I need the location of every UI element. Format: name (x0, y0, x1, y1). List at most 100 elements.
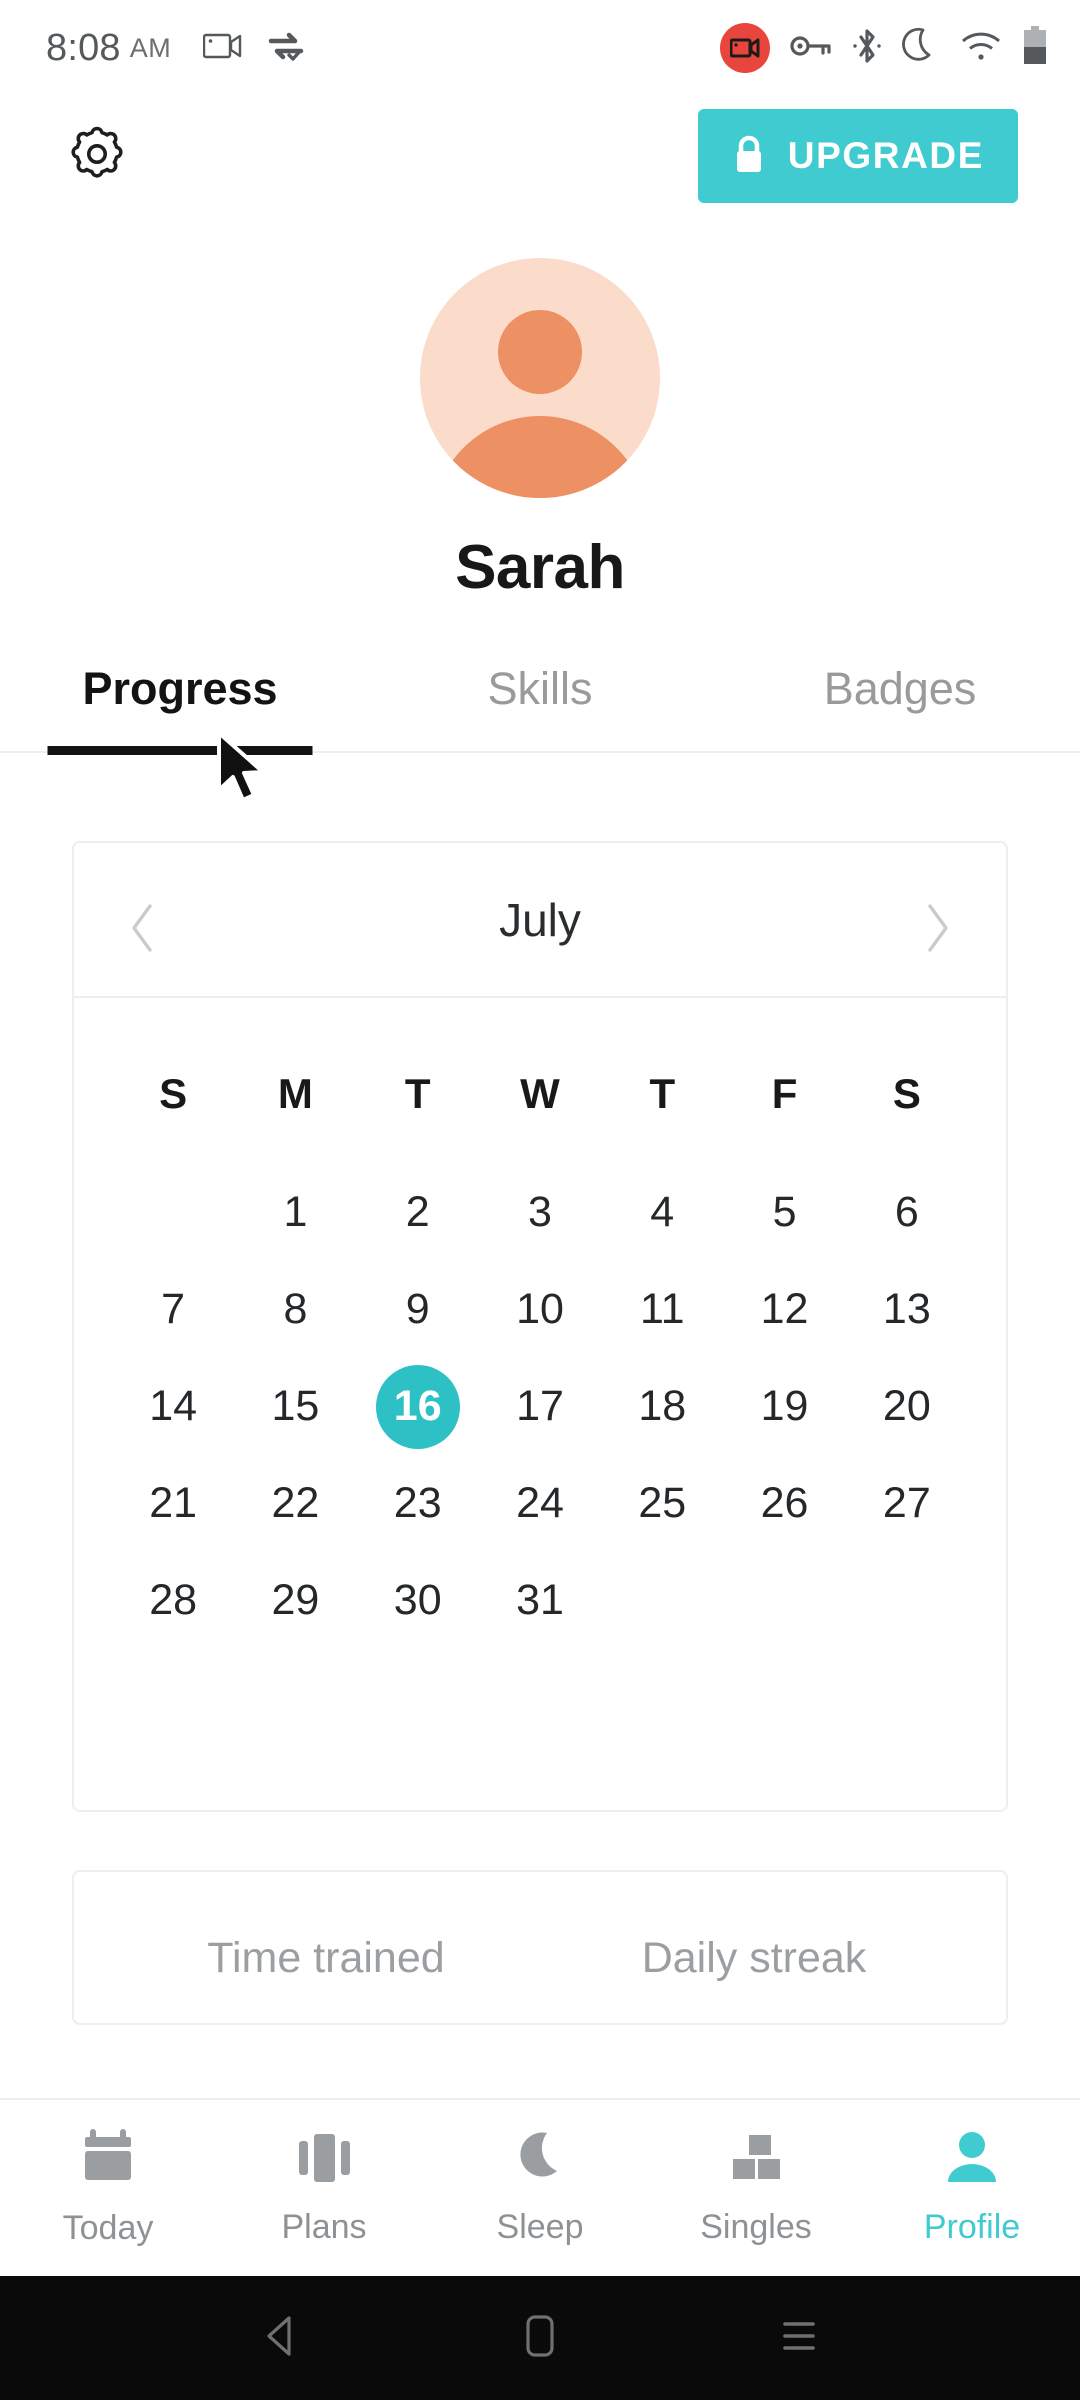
recents-menu-icon[interactable] (777, 2312, 821, 2365)
calendar-day-label: 17 (516, 1382, 564, 1430)
calendar-day-11[interactable]: 11 (601, 1261, 723, 1358)
calendar-day-9[interactable]: 9 (357, 1261, 479, 1358)
calendar-day-21[interactable]: 21 (112, 1455, 234, 1552)
calendar-day-label: 12 (760, 1285, 809, 1333)
calendar-day-19[interactable]: 19 (723, 1358, 845, 1455)
profile-name: Sarah (455, 533, 625, 602)
nav-item-sleep[interactable]: Sleep (432, 2129, 648, 2247)
calendar-day-label: 29 (271, 1576, 320, 1624)
calendar-day-20[interactable]: 20 (846, 1358, 968, 1455)
calendar-day-5[interactable]: 5 (723, 1164, 845, 1261)
weekday-5: F (771, 1070, 798, 1117)
calendar-day-2[interactable]: 2 (357, 1164, 479, 1261)
avatar-head (498, 310, 582, 394)
calendar-day-empty (723, 1552, 845, 1649)
calendar-day-label: 5 (772, 1188, 797, 1236)
calendar-day-label: 10 (516, 1285, 564, 1333)
calendar-day-empty (479, 1649, 601, 1746)
back-triangle-icon[interactable] (259, 2312, 303, 2365)
settings-button[interactable] (66, 125, 128, 187)
calendar-day-label: 19 (760, 1382, 809, 1430)
calendar-day-22[interactable]: 22 (234, 1455, 356, 1552)
calendar-day-15[interactable]: 15 (234, 1358, 356, 1455)
calendar-day-3[interactable]: 3 (479, 1164, 601, 1261)
calendar-day-1[interactable]: 1 (234, 1164, 356, 1261)
calendar-day-8[interactable]: 8 (234, 1261, 356, 1358)
calendar-day-12[interactable]: 12 (723, 1261, 845, 1358)
calendar-body: S M T W T F S 1 2 3 4 5 6 7 8 9 10 11 12 13 14 15 16 17 1… (74, 998, 1006, 1810)
calendar-day-6[interactable]: 6 (846, 1164, 968, 1261)
weekday-6: S (892, 1070, 921, 1117)
calendar-day-label: 4 (650, 1188, 675, 1236)
calendar-day-empty (601, 1649, 723, 1746)
nav-item-singles[interactable]: Singles (648, 2129, 864, 2247)
stat-daily-streak-label: Daily streak (641, 1934, 867, 1982)
nav-item-profile-label: Profile (923, 2208, 1021, 2246)
calendar-day-14[interactable]: 14 (112, 1358, 234, 1455)
calendar-icon (77, 2128, 139, 2193)
status-bar-notification-icons (203, 30, 307, 67)
calendar-week-row: 7 8 9 10 11 12 13 (112, 1261, 968, 1358)
calendar-day-29[interactable]: 29 (234, 1552, 356, 1649)
calendar-day-16[interactable]: 16 (357, 1358, 479, 1455)
calendar-day-label: 9 (405, 1285, 430, 1333)
nav-item-sleep-label: Sleep (496, 2208, 584, 2246)
calendar-day-30[interactable]: 30 (357, 1552, 479, 1649)
calendar-day-label: 15 (271, 1382, 320, 1430)
calendar-prev-month-button[interactable] (124, 900, 164, 952)
calendar-day-label: 2 (405, 1188, 430, 1236)
calendar-day-label: 13 (882, 1285, 931, 1333)
calendar-day-label: 3 (528, 1188, 552, 1236)
nav-item-singles-label: Singles (700, 2208, 812, 2246)
tab-skills[interactable]: Skills (360, 663, 720, 751)
calendar-day-28[interactable]: 28 (112, 1552, 234, 1649)
nav-item-plans[interactable]: Plans (216, 2129, 432, 2247)
moon-icon (511, 2129, 569, 2192)
profile-block: Sarah (0, 216, 1080, 603)
calendar-week-row: 21 22 23 24 25 26 27 (112, 1455, 968, 1552)
weekday-0: S (159, 1070, 188, 1117)
home-square-icon[interactable] (521, 2312, 559, 2365)
phone-screen: 8:08 AM UPGRADE Sarah Progress Skills Ba… (0, 0, 1080, 2400)
calendar-day-23[interactable]: 23 (357, 1455, 479, 1552)
calendar-week-row (112, 1649, 968, 1746)
stat-daily-streak: Daily streak (540, 1934, 968, 1983)
tab-progress[interactable]: Progress (0, 663, 360, 751)
status-bar: 8:08 AM (0, 0, 1080, 96)
app-header: UPGRADE (0, 96, 1080, 216)
calendar-day-24[interactable]: 24 (479, 1455, 601, 1552)
calendar-day-empty (112, 1649, 234, 1746)
calendar-day-17[interactable]: 17 (479, 1358, 601, 1455)
calendar-day-27[interactable]: 27 (846, 1455, 968, 1552)
upgrade-button[interactable]: UPGRADE (697, 109, 1018, 203)
bluetooth-icon (852, 28, 882, 69)
calendar-day-4[interactable]: 4 (601, 1164, 723, 1261)
calendar-day-10[interactable]: 10 (479, 1261, 601, 1358)
tab-badges[interactable]: Badges (720, 663, 1080, 751)
calendar-day-25[interactable]: 25 (601, 1455, 723, 1552)
weekday-2: T (404, 1070, 431, 1117)
nav-item-today[interactable]: Today (0, 2128, 216, 2248)
calendar-day-empty (846, 1552, 968, 1649)
nav-item-profile[interactable]: Profile (864, 2129, 1080, 2247)
calendar-day-31[interactable]: 31 (479, 1552, 601, 1649)
calendar-week-row: 1 2 3 4 5 6 (112, 1164, 968, 1261)
calendar-day-label: 22 (271, 1479, 320, 1527)
calendar-day-label: 30 (393, 1576, 442, 1624)
nav-item-plans-label: Plans (281, 2208, 367, 2246)
calendar-day-7[interactable]: 7 (112, 1261, 234, 1358)
gear-icon (66, 123, 128, 190)
calendar-day-label: 6 (894, 1188, 919, 1236)
calendar-day-label: 28 (149, 1576, 198, 1624)
calendar-day-18[interactable]: 18 (601, 1358, 723, 1455)
battery-icon (1022, 25, 1048, 71)
stat-time-trained-label: Time trained (207, 1934, 445, 1982)
avatar[interactable] (420, 258, 660, 498)
calendar-day-26[interactable]: 26 (723, 1455, 845, 1552)
calendar-next-month-button[interactable] (916, 900, 956, 952)
calendar-day-label: 1 (283, 1188, 308, 1236)
do-not-disturb-moon-icon (902, 26, 940, 71)
calendar-day-empty (234, 1649, 356, 1746)
calendar-day-13[interactable]: 13 (846, 1261, 968, 1358)
cards-stack-icon (293, 2129, 355, 2192)
